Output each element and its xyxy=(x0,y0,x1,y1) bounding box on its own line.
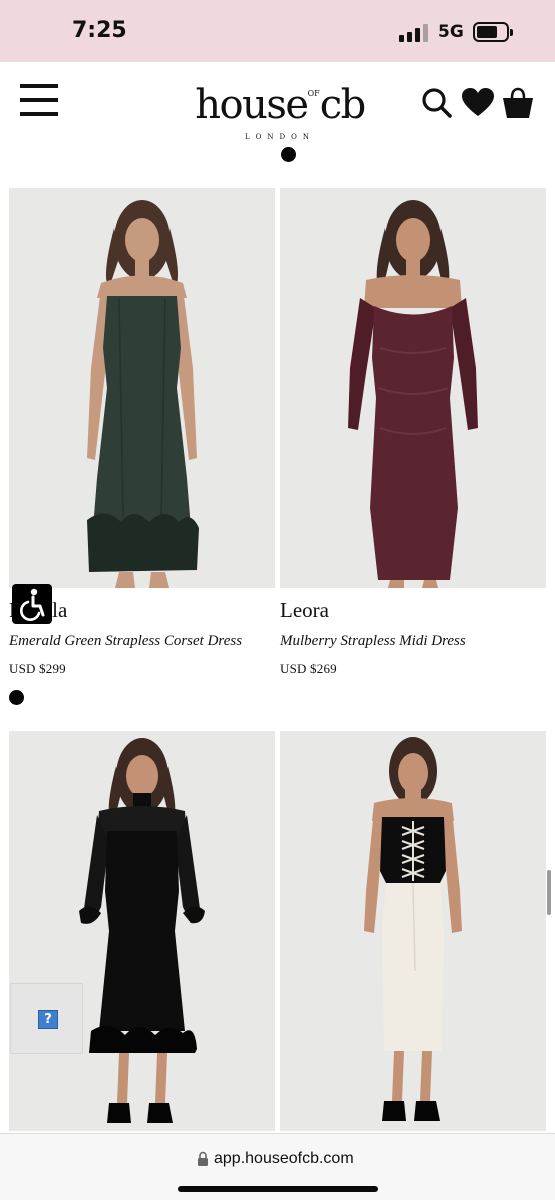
model-figure xyxy=(9,188,275,588)
product-image[interactable] xyxy=(9,188,275,588)
home-indicator[interactable] xyxy=(178,1186,378,1192)
battery-icon xyxy=(473,22,513,42)
help-icon[interactable]: ? xyxy=(38,1010,58,1029)
wheelchair-icon xyxy=(20,588,45,621)
product-image[interactable] xyxy=(280,188,546,588)
product-price: USD $299 xyxy=(9,661,66,676)
lock-icon xyxy=(198,1151,208,1166)
accessibility-button[interactable] xyxy=(12,584,52,624)
signal-icon xyxy=(399,24,429,42)
help-widget[interactable]: ? xyxy=(10,983,83,1054)
model-figure xyxy=(280,188,546,588)
search-icon[interactable] xyxy=(420,86,454,120)
url-text[interactable]: app.houseofcb.com xyxy=(214,1150,354,1168)
product-price: USD $269 xyxy=(280,661,337,676)
product-name[interactable]: Leora xyxy=(280,598,329,623)
status-time: 7:25 xyxy=(72,18,127,43)
shopping-bag-icon[interactable] xyxy=(501,86,535,120)
product-image[interactable] xyxy=(280,731,546,1131)
product-description[interactable]: Mulberry Strapless Midi Dress xyxy=(280,633,466,650)
model-figure xyxy=(9,731,275,1131)
scrollbar-thumb[interactable] xyxy=(547,870,551,915)
menu-icon[interactable] xyxy=(20,84,58,118)
site-header: houseOFcb LONDON xyxy=(0,62,555,141)
product-description[interactable]: Emerald Green Strapless Corset Dress xyxy=(9,633,242,650)
heart-icon[interactable] xyxy=(461,86,495,120)
browser-url-bar[interactable]: app.houseofcb.com xyxy=(0,1133,555,1200)
model-figure xyxy=(280,731,546,1131)
logo-wordmark: houseOFcb xyxy=(195,82,366,128)
carousel-dot[interactable] xyxy=(281,147,296,162)
status-bar: 7:25 5G xyxy=(0,0,555,62)
logo-subtitle: LONDON xyxy=(245,133,315,141)
brand-logo[interactable]: houseOFcb LONDON xyxy=(190,70,370,141)
network-label: 5G xyxy=(438,22,464,42)
color-swatch[interactable] xyxy=(9,690,24,705)
product-image[interactable] xyxy=(9,731,275,1131)
